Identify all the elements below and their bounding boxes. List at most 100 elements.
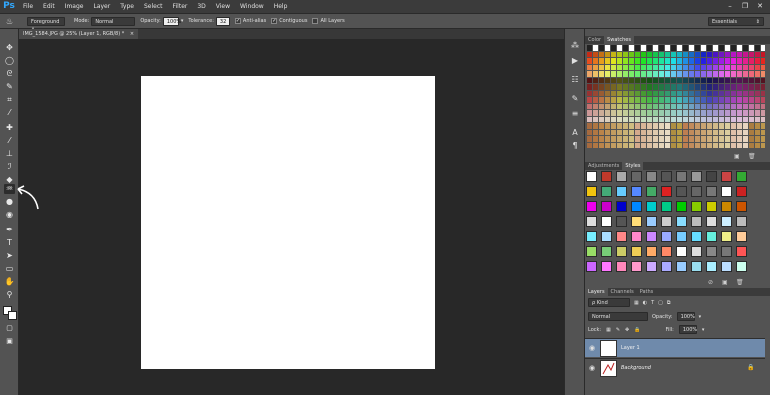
swatch-cell[interactable] (659, 84, 664, 90)
swatch-cell[interactable] (599, 116, 604, 122)
swatch-cell[interactable] (653, 110, 658, 116)
swatch-cell[interactable] (605, 77, 610, 83)
swatch-cell[interactable] (593, 90, 598, 96)
swatch-cell[interactable] (671, 84, 676, 90)
style-preset[interactable] (616, 171, 627, 182)
swatch-cell[interactable] (689, 110, 694, 116)
hand-icon[interactable]: ✋ (4, 277, 15, 287)
menu-file[interactable]: File (18, 0, 38, 13)
pen-icon[interactable]: ✒ (4, 225, 15, 235)
swatch-cell[interactable] (647, 71, 652, 77)
swatch-cell[interactable] (677, 71, 682, 77)
swatch-cell[interactable] (623, 110, 628, 116)
swatch-cell[interactable] (647, 123, 652, 129)
style-preset[interactable] (721, 186, 732, 197)
swatch-cell[interactable] (725, 58, 730, 64)
swatch-cell[interactable] (635, 129, 640, 135)
swatch-cell[interactable] (611, 110, 616, 116)
swatch-cell[interactable] (677, 116, 682, 122)
swatch-cell[interactable] (713, 136, 718, 142)
filter-pixel-icon[interactable]: ▦ (634, 300, 639, 306)
swatch-cell[interactable] (587, 51, 592, 57)
swatch-cell[interactable] (713, 90, 718, 96)
swatch-cell[interactable] (701, 45, 706, 51)
swatch-cell[interactable] (761, 142, 765, 148)
swatch-cell[interactable] (713, 51, 718, 57)
swatch-cell[interactable] (737, 103, 742, 109)
swatch-cell[interactable] (641, 90, 646, 96)
swatch-cell[interactable] (665, 129, 670, 135)
swatch-cell[interactable] (761, 136, 765, 142)
swatch-cell[interactable] (623, 116, 628, 122)
swatch-cell[interactable] (737, 90, 742, 96)
swatch-cell[interactable] (695, 103, 700, 109)
swatch-cell[interactable] (761, 58, 765, 64)
swatch-cell[interactable] (617, 110, 622, 116)
swatch-cell[interactable] (677, 103, 682, 109)
swatch-cell[interactable] (677, 45, 682, 51)
delete-swatch-icon[interactable]: 🗑 (748, 153, 756, 160)
swatch-cell[interactable] (653, 123, 658, 129)
menu-view[interactable]: View (211, 0, 235, 13)
swatch-cell[interactable] (605, 51, 610, 57)
swatch-cell[interactable] (689, 51, 694, 57)
style-preset[interactable] (736, 171, 747, 182)
swatch-cell[interactable] (683, 58, 688, 64)
swatch-cell[interactable] (611, 64, 616, 70)
style-preset[interactable] (601, 186, 612, 197)
swatch-cell[interactable] (659, 77, 664, 83)
move-icon[interactable]: ✥ (4, 43, 15, 53)
swatch-cell[interactable] (635, 45, 640, 51)
swatch-cell[interactable] (659, 129, 664, 135)
swatch-cell[interactable] (761, 123, 765, 129)
swatch-cell[interactable] (713, 142, 718, 148)
layer-row-background[interactable]: ◉ Background 🔒 (585, 358, 765, 377)
swatch-cell[interactable] (599, 110, 604, 116)
swatch-cell[interactable] (611, 123, 616, 129)
swatch-cell[interactable] (617, 142, 622, 148)
style-preset[interactable] (736, 216, 747, 227)
menu-layer[interactable]: Layer (88, 0, 115, 13)
swatch-cell[interactable] (587, 45, 592, 51)
swatch-cell[interactable] (719, 97, 724, 103)
swatch-cell[interactable] (677, 84, 682, 90)
style-preset[interactable] (706, 171, 717, 182)
antialias-checkbox[interactable]: ✓ (234, 18, 241, 24)
swatch-cell[interactable] (707, 116, 712, 122)
swatch-cell[interactable] (599, 71, 604, 77)
swatch-cell[interactable] (707, 64, 712, 70)
style-preset[interactable] (646, 261, 657, 272)
swatch-cell[interactable] (749, 77, 754, 83)
style-preset[interactable] (601, 261, 612, 272)
swatch-cell[interactable] (671, 97, 676, 103)
swatch-cell[interactable] (755, 110, 760, 116)
swatch-cell[interactable] (611, 58, 616, 64)
style-preset[interactable] (601, 171, 612, 182)
style-preset[interactable] (646, 246, 657, 257)
swatch-cell[interactable] (707, 45, 712, 51)
swatch-cell[interactable] (695, 45, 700, 51)
style-preset[interactable] (706, 261, 717, 272)
swatch-cell[interactable] (593, 51, 598, 57)
style-preset[interactable] (661, 171, 672, 182)
swatch-cell[interactable] (641, 58, 646, 64)
style-preset[interactable] (706, 201, 717, 212)
layer-visibility-eye-icon[interactable]: ◉ (589, 364, 595, 372)
swatch-cell[interactable] (629, 58, 634, 64)
swatch-cell[interactable] (611, 71, 616, 77)
new-swatch-icon[interactable]: ▣ (734, 153, 740, 160)
swatch-cell[interactable] (665, 116, 670, 122)
swatch-cell[interactable] (659, 71, 664, 77)
swatch-cell[interactable] (611, 90, 616, 96)
swatch-cell[interactable] (665, 136, 670, 142)
layer-opacity-dropdown-icon[interactable]: ▾ (699, 314, 702, 320)
swatch-cell[interactable] (623, 97, 628, 103)
swatch-cell[interactable] (611, 136, 616, 142)
swatch-cell[interactable] (689, 77, 694, 83)
swatch-cell[interactable] (761, 110, 765, 116)
swatch-cell[interactable] (749, 45, 754, 51)
lock-position-icon[interactable]: ✥ (625, 327, 629, 333)
swatch-cell[interactable] (647, 58, 652, 64)
swatch-cell[interactable] (605, 110, 610, 116)
style-preset[interactable] (616, 261, 627, 272)
